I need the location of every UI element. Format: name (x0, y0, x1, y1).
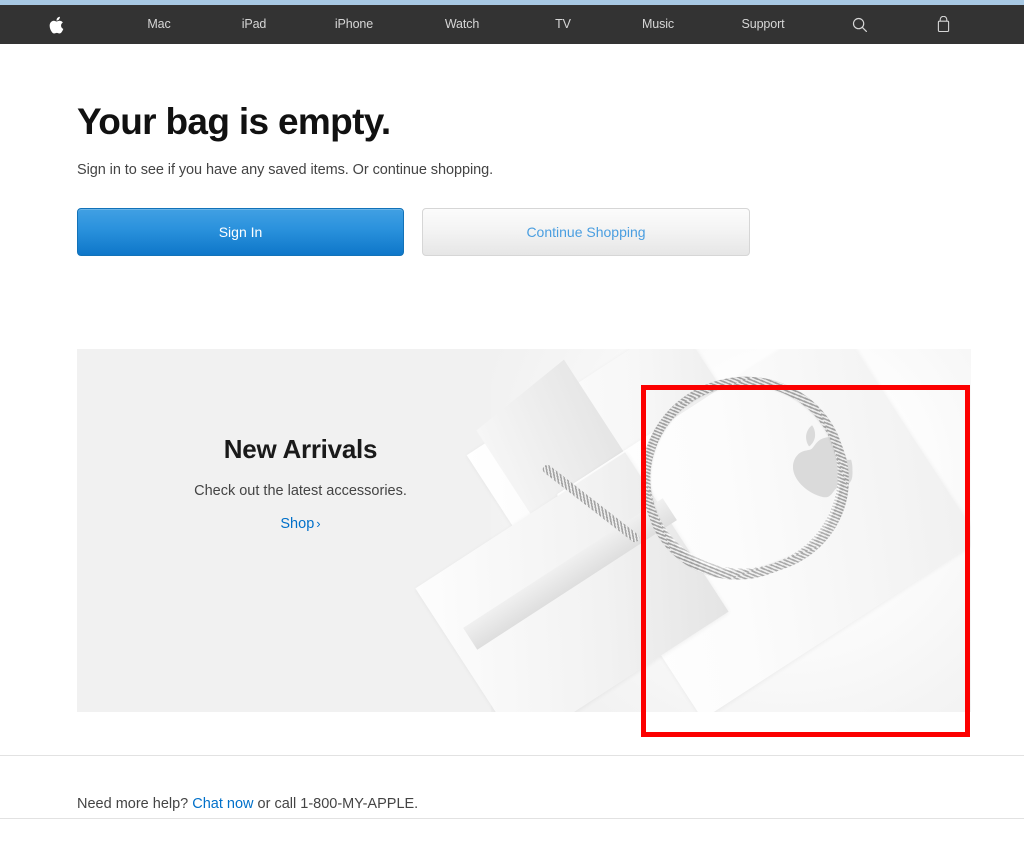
shopping-bag-button[interactable] (902, 16, 986, 33)
footer-help-suffix: or call 1-800-MY-APPLE. (253, 795, 419, 812)
chat-now-link[interactable]: Chat now (192, 796, 253, 812)
apple-logo-icon (49, 16, 64, 34)
chevron-right-icon: › (316, 516, 321, 531)
promo-copy-block: New Arrivals Check out the latest access… (77, 433, 524, 533)
footer-help-prefix: Need more help? (77, 795, 193, 812)
global-nav-inner: Mac iPad iPhone Watch TV Music Support (0, 5, 1024, 44)
nav-item-mac[interactable]: Mac (112, 5, 206, 44)
apple-bags-product-photo (415, 349, 971, 712)
shopping-bag-icon (937, 16, 951, 33)
promo-shop-link[interactable]: Shop › (280, 516, 320, 532)
nav-item-iphone[interactable]: iPhone (302, 5, 406, 44)
new-arrivals-promo-panel: New Arrivals Check out the latest access… (77, 349, 971, 712)
bag-action-buttons: Sign In Continue Shopping (77, 208, 750, 256)
nav-item-tv[interactable]: TV (518, 5, 608, 44)
footer-divider-bottom (0, 818, 1024, 819)
promo-shop-link-label: Shop (280, 516, 315, 532)
nav-item-ipad[interactable]: iPad (206, 5, 302, 44)
search-button[interactable] (818, 17, 902, 33)
page-subtitle: Sign in to see if you have any saved ite… (77, 162, 494, 178)
bag-page: Your bag is empty. Sign in to see if you… (0, 44, 1024, 849)
footer-divider-top (0, 755, 1024, 756)
footer-help-text: Need more help? Chat now or call 1-800-M… (77, 794, 418, 814)
global-navigation-bar: Mac iPad iPhone Watch TV Music Support (0, 5, 1024, 44)
search-icon (852, 17, 868, 33)
nav-item-watch[interactable]: Watch (406, 5, 518, 44)
promo-title: New Arrivals (223, 434, 378, 464)
sign-in-button[interactable]: Sign In (77, 208, 404, 256)
continue-shopping-button[interactable]: Continue Shopping (422, 208, 750, 256)
nav-item-music[interactable]: Music (608, 5, 708, 44)
promo-subtitle: Check out the latest accessories. (194, 483, 407, 499)
bag-header: Your bag is empty. Sign in to see if you… (77, 100, 957, 180)
page-title: Your bag is empty. (77, 101, 391, 142)
apple-logo-link[interactable] (0, 16, 112, 34)
nav-item-support[interactable]: Support (708, 5, 818, 44)
